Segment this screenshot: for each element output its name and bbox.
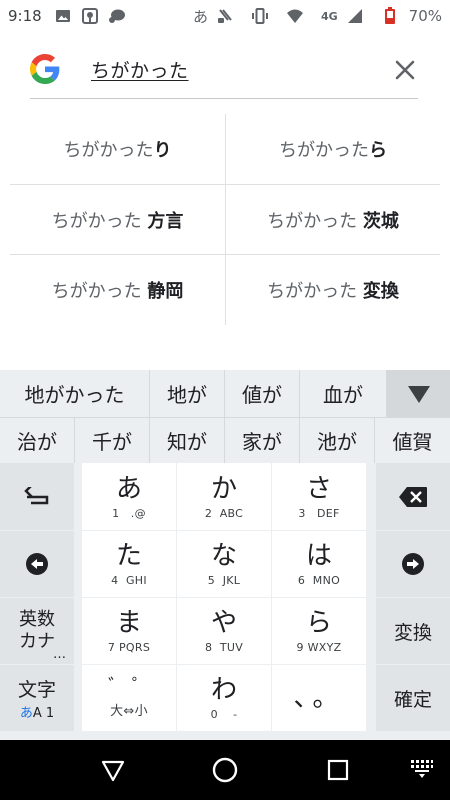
arrow-right-icon — [402, 553, 424, 575]
candidate-item[interactable]: 値が — [225, 370, 300, 417]
signal-icon — [346, 7, 364, 25]
candidate-item[interactable]: 知が — [150, 418, 225, 463]
status-time: 9:18 — [8, 7, 42, 25]
suggestion-grid: ちがかったり ちがかったら ちがかった 方言 ちがかった 茨城 ちがかった 静岡… — [10, 114, 440, 325]
battery-percent: 70% — [408, 7, 442, 25]
candidate-item[interactable]: 地が — [150, 370, 225, 417]
candidate-item[interactable]: 家が — [225, 418, 300, 463]
eisu-kana-key[interactable]: 英数 カナ … — [0, 598, 74, 664]
undo-arrow-icon — [24, 486, 49, 504]
key-a[interactable]: あ 1 .@ — [82, 463, 176, 530]
candidate-row: 治が 千が 知が 家が 池が 値賀 — [0, 418, 450, 463]
backspace-icon — [399, 486, 427, 507]
key-ra[interactable]: ら 9 WXYZ — [272, 598, 366, 664]
candidate-item[interactable]: 地がかった — [0, 370, 150, 417]
wifi-icon — [286, 7, 304, 25]
undo-key[interactable] — [0, 463, 74, 530]
search-bar: ちがかった — [0, 32, 450, 104]
home-circle-icon[interactable] — [211, 756, 239, 784]
suggestion-row: ちがかった 静岡 ちがかった 変換 — [10, 254, 440, 325]
search-underline — [30, 98, 418, 99]
expand-triangle-icon — [407, 385, 430, 403]
clear-icon[interactable] — [392, 57, 418, 83]
suggestion-item[interactable]: ちがかった 茨城 — [225, 185, 440, 255]
confirm-key[interactable]: 確定 — [376, 665, 450, 731]
recents-square-icon[interactable] — [324, 756, 352, 784]
chat-notification-icon — [108, 7, 126, 25]
key-ma[interactable]: ま 7 PQRS — [82, 598, 176, 664]
expand-candidates-button[interactable] — [387, 370, 450, 417]
suggestion-item[interactable]: ちがかった 変換 — [225, 255, 440, 325]
suggestion-item[interactable]: ちがかったら — [225, 114, 440, 184]
key-ya[interactable]: や 8 TUV — [177, 598, 271, 664]
google-logo-icon — [30, 54, 60, 84]
candidate-item[interactable]: 治が — [0, 418, 75, 463]
key-ka[interactable]: か 2 ABC — [177, 463, 271, 530]
moji-label: 文字 — [17, 679, 56, 701]
backspace-key[interactable] — [376, 463, 450, 530]
more-dots: … — [53, 647, 66, 662]
image-notification-icon — [54, 7, 72, 25]
candidate-item[interactable]: 値賀 — [375, 418, 450, 463]
key-sa[interactable]: さ 3 DEF — [272, 463, 366, 530]
convert-key[interactable]: 変換 — [376, 598, 450, 664]
suggestion-row: ちがかったり ちがかったら — [10, 114, 440, 184]
vibrate-icon — [251, 7, 269, 25]
cursor-left-key[interactable] — [0, 531, 74, 597]
key-wa[interactable]: わ 0 - — [177, 665, 271, 731]
moji-kana-active: あ — [19, 706, 33, 721]
maps-notification-icon — [81, 7, 99, 25]
kana-label: カナ — [19, 631, 55, 652]
suggestion-item[interactable]: ちがかったり — [10, 114, 225, 184]
suggestion-row: ちがかった 方言 ちがかった 茨城 — [10, 184, 440, 255]
navigation-bar — [0, 740, 450, 800]
back-triangle-icon[interactable] — [99, 756, 127, 784]
moji-alpha-num: A 1 — [32, 706, 55, 721]
network-type: 4G — [320, 9, 338, 23]
keyboard-switch-icon[interactable] — [410, 758, 438, 786]
ime-indicator: あ — [192, 7, 208, 26]
moji-mode-key[interactable]: 文字 あA 1 — [0, 665, 74, 731]
battery-icon — [381, 7, 399, 25]
flick-keyboard: 英数 カナ … 文字 あA 1 あ 1 .@ か 2 ABC さ 3 DEF た… — [0, 463, 450, 740]
key-ta[interactable]: た 4 GHI — [82, 531, 176, 597]
suggestion-item[interactable]: ちがかった 静岡 — [10, 255, 225, 325]
key-punctuation[interactable]: 、。 — [272, 665, 366, 731]
suggestion-item[interactable]: ちがかった 方言 — [10, 185, 225, 255]
eisu-label: 英数 — [19, 609, 55, 630]
key-dakuten-size[interactable]: ゛ ゜ 大⇔小 — [82, 665, 176, 731]
key-ha[interactable]: は 6 MNO — [272, 531, 366, 597]
candidate-item[interactable]: 血が — [300, 370, 387, 417]
key-na[interactable]: な 5 JKL — [177, 531, 271, 597]
candidate-item[interactable]: 池が — [300, 418, 375, 463]
candidate-row: 地がかった 地が 値が 血が — [0, 370, 450, 418]
candidate-bar: 地がかった 地が 値が 血が 治が 千が 知が 家が 池が 値賀 — [0, 370, 450, 463]
candidate-item[interactable]: 千が — [75, 418, 150, 463]
nfc-icon — [216, 7, 234, 25]
status-bar: 9:18 あ 4G 70% — [0, 0, 450, 32]
cursor-right-key[interactable] — [376, 531, 450, 597]
search-input[interactable]: ちがかった — [91, 56, 189, 83]
arrow-left-icon — [26, 553, 48, 575]
